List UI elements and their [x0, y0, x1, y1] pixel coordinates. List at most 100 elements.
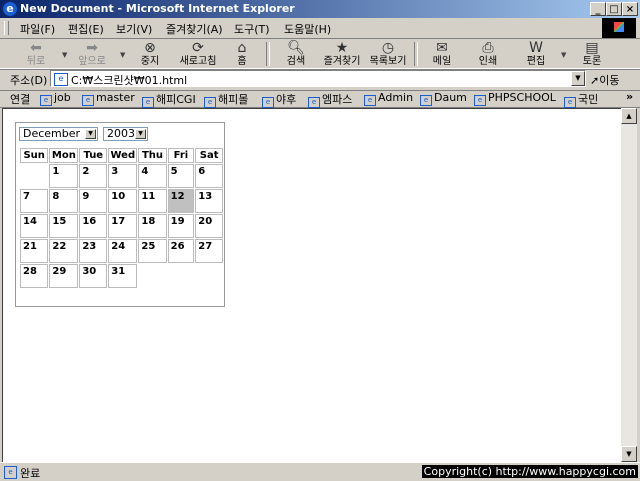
calendar-day-cell[interactable]: 11 — [138, 189, 167, 213]
address-dropdown-button[interactable]: ▼ — [571, 71, 585, 86]
link-empas[interactable]: e 엠파스 — [308, 91, 352, 108]
calendar-day-number: 2 — [82, 166, 90, 177]
vertical-scrollbar[interactable]: ▲ ▼ — [621, 108, 637, 462]
refresh-icon: ⟳ — [192, 40, 204, 56]
link-yahoo[interactable]: e 야후 — [262, 91, 296, 108]
calendar-day-cell[interactable]: 13 — [195, 189, 223, 213]
link-daum[interactable]: e Daum — [420, 91, 467, 106]
calendar-day-number: 31 — [111, 266, 126, 277]
menu-favorites[interactable]: 즐겨찾기(A) — [166, 21, 223, 37]
edit-dropdown-icon[interactable]: ▼ — [561, 51, 566, 59]
calendar-day-cell[interactable]: 30 — [79, 264, 108, 288]
link-happymall[interactable]: e 해피몰 — [204, 91, 248, 108]
year-select[interactable]: 2003 ▼ — [103, 127, 148, 141]
close-button[interactable]: × — [622, 2, 638, 16]
calendar-day-cell[interactable]: 10 — [108, 189, 138, 213]
link-page-icon: e — [420, 95, 432, 106]
page-done-icon: e — [4, 466, 17, 479]
menu-help[interactable]: 도움말(H) — [284, 21, 331, 37]
status-text: 완료 — [20, 467, 41, 480]
calendar-day-cell[interactable]: 26 — [167, 239, 195, 263]
calendar-day-cell[interactable]: 20 — [195, 214, 223, 238]
chevron-down-icon[interactable]: ▼ — [85, 129, 96, 139]
back-dropdown-icon[interactable]: ▼ — [62, 51, 67, 59]
address-value[interactable]: C:₩스크린샷₩01.html — [71, 72, 187, 88]
calendar-day-cell[interactable]: 23 — [79, 239, 108, 263]
print-button[interactable]: ⎙ 인쇄 — [466, 40, 510, 68]
favorites-button[interactable]: ★ 즐겨찾기 — [320, 40, 364, 68]
weekday-header: Sun — [20, 148, 49, 163]
menu-edit[interactable]: 편집(E) — [68, 21, 104, 37]
links-label: 연결 — [10, 93, 31, 106]
calendar-day-number: 28 — [23, 266, 37, 277]
calendar-day-cell[interactable]: 18 — [138, 214, 167, 238]
link-page-icon: e — [364, 95, 376, 106]
maximize-button[interactable]: □ — [606, 2, 622, 16]
calendar-day-cell[interactable]: 19 — [167, 214, 195, 238]
month-select[interactable]: December ▼ — [19, 127, 98, 141]
calendar-day-cell[interactable]: 2 — [79, 164, 108, 188]
calendar-day-cell[interactable]: 3 — [108, 164, 138, 188]
calendar-day-cell[interactable]: 15 — [49, 214, 79, 238]
link-page-icon: e — [142, 97, 154, 108]
calendar-day-number: 5 — [170, 166, 178, 177]
links-more-chevron-icon[interactable]: » — [626, 90, 633, 103]
calendar-day-cell[interactable]: 31 — [108, 264, 138, 288]
calendar-day-cell[interactable]: 25 — [138, 239, 167, 263]
link-master[interactable]: e master — [82, 91, 135, 106]
address-bar: 주소(D) e C:₩스크린샷₩01.html ▼ ➚이동 — [0, 68, 640, 91]
refresh-button[interactable]: ⟳ 새로고침 — [176, 40, 220, 68]
toolbar-separator — [266, 42, 270, 66]
calendar-day-cell[interactable]: 14 — [20, 214, 49, 238]
calendar-day-cell[interactable]: 12 — [167, 189, 195, 213]
stop-icon: ⊗ — [144, 40, 156, 56]
internet-explorer-icon[interactable]: e — [3, 2, 17, 16]
back-button[interactable]: ⬅ 뒤로 — [14, 40, 58, 68]
menu-tools[interactable]: 도구(T) — [234, 21, 270, 37]
home-button[interactable]: ⌂ 홈 — [220, 40, 264, 68]
minimize-button[interactable]: _ — [590, 2, 606, 16]
weekday-header: Wed — [108, 148, 138, 163]
stop-button[interactable]: ⊗ 중지 — [128, 40, 172, 68]
address-input[interactable]: e C:₩스크린샷₩01.html ▼ — [50, 70, 586, 87]
scroll-up-button[interactable]: ▲ — [621, 108, 637, 124]
link-admin[interactable]: e Admin — [364, 91, 413, 106]
link-phpschool[interactable]: e PHPSCHOOL — [474, 91, 556, 106]
forward-arrow-icon: ➡ — [86, 40, 98, 56]
calendar-day-cell[interactable]: 4 — [138, 164, 167, 188]
link-job[interactable]: e job — [40, 91, 71, 106]
calendar-day-cell[interactable]: 6 — [195, 164, 223, 188]
calendar-day-cell[interactable]: 7 — [20, 189, 49, 213]
calendar-day-number: 1 — [52, 166, 60, 177]
discuss-button[interactable]: ▤ 토론 — [570, 40, 614, 68]
calendar-day-cell[interactable]: 8 — [49, 189, 79, 213]
history-button[interactable]: ◷ 목록보기 — [366, 40, 410, 68]
forward-dropdown-icon[interactable]: ▼ — [120, 51, 125, 59]
menubar-grip[interactable] — [4, 21, 9, 35]
calendar-day-cell[interactable]: 16 — [79, 214, 108, 238]
calendar-day-number: 9 — [82, 191, 90, 202]
go-button[interactable]: ➚이동 — [590, 72, 619, 88]
calendar-day-cell[interactable]: 5 — [167, 164, 195, 188]
calendar-day-cell[interactable]: 21 — [20, 239, 49, 263]
weekday-header: Tue — [79, 148, 108, 163]
menu-view[interactable]: 보기(V) — [116, 21, 152, 37]
scroll-down-button[interactable]: ▼ — [621, 446, 637, 462]
calendar-day-cell[interactable]: 28 — [20, 264, 49, 288]
weekday-header: Fri — [167, 148, 195, 163]
forward-button[interactable]: ➡ 앞으로 — [70, 40, 114, 68]
link-happycgi[interactable]: e 해피CGI — [142, 91, 196, 108]
calendar-day-cell[interactable]: 24 — [108, 239, 138, 263]
chevron-down-icon[interactable]: ▼ — [135, 129, 146, 139]
edit-button[interactable]: W 편집 — [514, 40, 558, 68]
link-kookmin[interactable]: e 국민 — [564, 91, 598, 108]
calendar-day-cell[interactable]: 29 — [49, 264, 79, 288]
menu-file[interactable]: 파일(F) — [20, 21, 55, 37]
search-button[interactable]: 🔍︎ 검색 — [274, 40, 318, 68]
mail-button[interactable]: ✉ 메일 — [420, 40, 464, 68]
calendar-day-cell[interactable]: 17 — [108, 214, 138, 238]
calendar-day-cell[interactable]: 27 — [195, 239, 223, 263]
calendar-day-cell[interactable]: 22 — [49, 239, 79, 263]
calendar-day-cell[interactable]: 9 — [79, 189, 108, 213]
calendar-day-cell[interactable]: 1 — [49, 164, 79, 188]
